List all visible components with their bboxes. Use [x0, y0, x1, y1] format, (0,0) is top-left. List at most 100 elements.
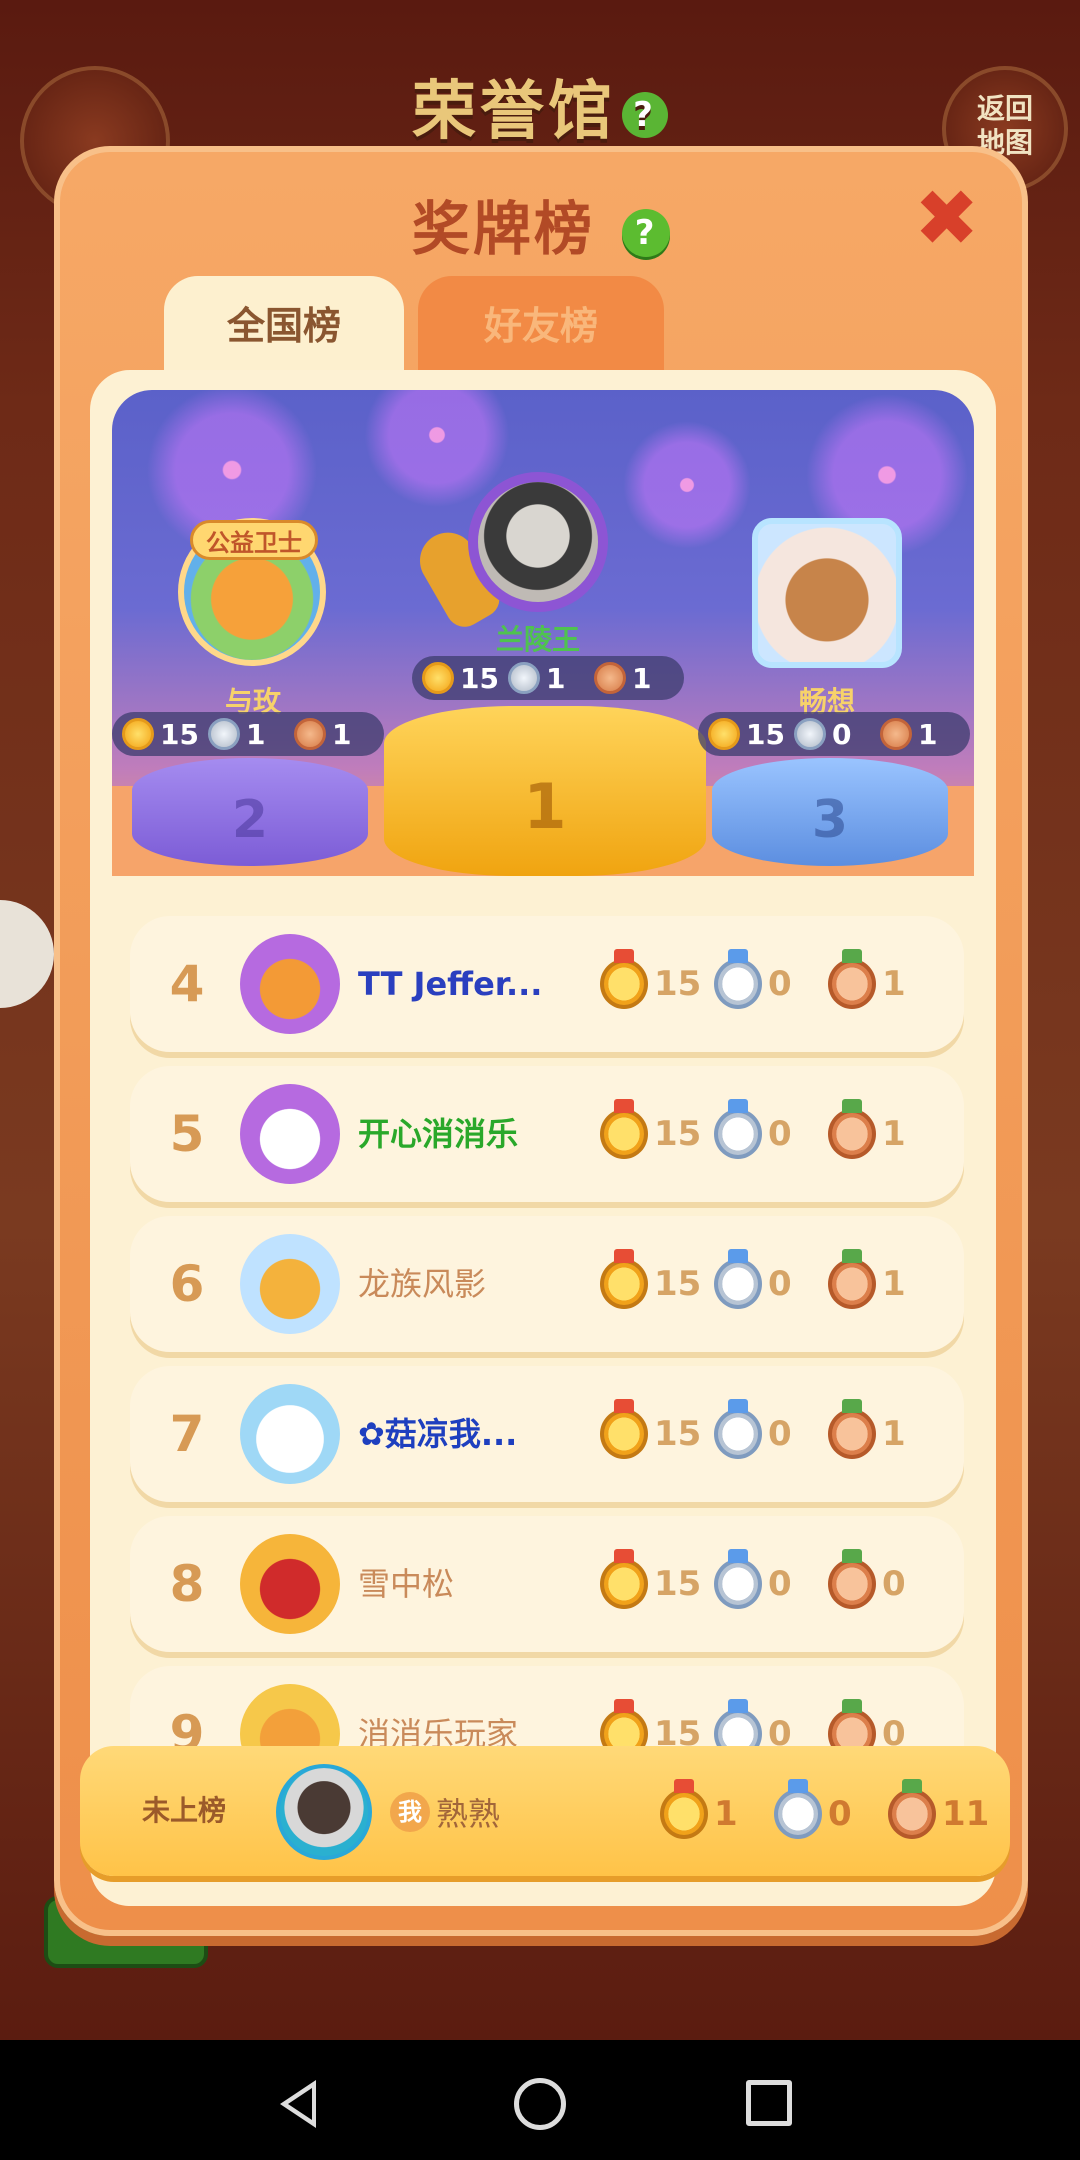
- firework-decoration: [612, 410, 762, 560]
- bronze-medal-icon: [828, 949, 876, 1009]
- player-medals: 15 0 0: [600, 1516, 942, 1652]
- honor-hall-title-text: 荣誉馆: [412, 75, 616, 149]
- home-nav-icon[interactable]: [514, 2078, 566, 2130]
- gold-medal-icon: [122, 718, 154, 750]
- silver-count: 0: [768, 1114, 792, 1154]
- gold-count: 15: [654, 1114, 702, 1154]
- leaderboard-row[interactable]: 4 TT Jeffer... 15 0 1: [130, 916, 964, 1052]
- bronze-count: 1: [332, 717, 352, 751]
- player-avatar[interactable]: [240, 1534, 340, 1634]
- bronze-count: 0: [882, 1564, 906, 1604]
- bronze-count: 1: [882, 1414, 906, 1454]
- gold-count: 15: [654, 964, 702, 1004]
- gold-count: 1: [714, 1794, 738, 1834]
- player-medals: 15 0 1: [600, 1216, 942, 1352]
- rank-number: 7: [169, 1405, 205, 1463]
- player-medals: 15 0 1: [600, 1366, 942, 1502]
- bronze-medal-icon: [828, 1549, 876, 1609]
- player-avatar[interactable]: [240, 1384, 340, 1484]
- player-avatar[interactable]: [240, 1084, 340, 1184]
- silver-medal-icon: [794, 718, 826, 750]
- tab-friends[interactable]: 好友榜: [418, 276, 664, 376]
- pedestal-number-2: 2: [231, 790, 269, 850]
- help-icon[interactable]: ?: [622, 92, 668, 139]
- gold-medal-icon: [600, 1399, 648, 1459]
- leaderboard-panel: 2 1 3 公益卫士 与玫 兰陵王 畅想 15 1 1 15 1 1 15 0 …: [90, 370, 996, 1906]
- silver-count: 0: [768, 1414, 792, 1454]
- rank-number: 6: [169, 1255, 205, 1313]
- gold-count: 15: [460, 661, 499, 695]
- silver-count: 1: [546, 661, 566, 695]
- player-name: ✿菇凉我...: [358, 1415, 518, 1453]
- rank-number: 8: [169, 1555, 205, 1613]
- silver-count: 0: [768, 1564, 792, 1604]
- bronze-count: 1: [882, 1114, 906, 1154]
- gold-count: 15: [654, 1264, 702, 1304]
- player-medals: 15 0 1: [600, 916, 942, 1052]
- bronze-medal-icon: [828, 1249, 876, 1309]
- avatar-first-place[interactable]: [468, 472, 608, 612]
- pedestal-number-3: 3: [811, 790, 849, 850]
- silver-count: 1: [246, 717, 266, 751]
- bronze-medal-icon: [828, 1399, 876, 1459]
- my-medals: 1 0 11: [660, 1746, 1002, 1882]
- gold-count: 15: [160, 717, 199, 751]
- player-medals: 15 0 1: [600, 1066, 942, 1202]
- my-avatar[interactable]: [276, 1764, 372, 1860]
- tab-national[interactable]: 全国榜: [164, 276, 404, 376]
- leaderboard-row[interactable]: 8 雪中松 15 0 0: [130, 1516, 964, 1652]
- silver-count: 0: [768, 964, 792, 1004]
- gold-medal-icon: [708, 718, 740, 750]
- gold-medal-icon: [600, 949, 648, 1009]
- silver-medal-icon: [714, 949, 762, 1009]
- gold-count: 15: [654, 1414, 702, 1454]
- second-place-medals: 15 1 1: [112, 712, 384, 756]
- my-ranking-row[interactable]: 未上榜 我 熟熟 1 0 11: [80, 1746, 1010, 1876]
- bronze-medal-icon: [294, 718, 326, 750]
- silver-count: 0: [768, 1264, 792, 1304]
- gold-count: 15: [746, 717, 785, 751]
- first-place-medals: 15 1 1: [412, 656, 684, 700]
- podium-stage: 2 1 3 公益卫士 与玫 兰陵王 畅想 15 1 1 15 1 1 15 0 …: [112, 390, 974, 876]
- leaderboard-row[interactable]: 5 开心消消乐 15 0 1: [130, 1066, 964, 1202]
- gold-count: 15: [654, 1564, 702, 1604]
- gold-medal-icon: [660, 1779, 708, 1839]
- me-tag: 我: [390, 1792, 430, 1832]
- silver-medal-icon: [714, 1099, 762, 1159]
- third-place-medals: 15 0 1: [698, 712, 970, 756]
- silver-medal-icon: [508, 662, 540, 694]
- rank-number: 5: [169, 1105, 205, 1163]
- player-avatar[interactable]: [240, 1234, 340, 1334]
- bronze-medal-icon: [880, 718, 912, 750]
- recents-nav-icon[interactable]: [746, 2080, 792, 2126]
- close-icon[interactable]: ✖: [914, 180, 979, 258]
- player-name: 开心消消乐: [358, 1115, 519, 1153]
- avatar-third-place[interactable]: [752, 518, 902, 668]
- bronze-medal-icon: [888, 1779, 936, 1839]
- bronze-count: 1: [882, 964, 906, 1004]
- charity-guard-badge: 公益卫士: [190, 520, 318, 560]
- silver-medal-icon: [714, 1249, 762, 1309]
- silver-medal-icon: [774, 1779, 822, 1839]
- bronze-medal-icon: [828, 1099, 876, 1159]
- dialog-title-text: 奖牌榜: [411, 195, 595, 263]
- unranked-label: 未上榜: [142, 1794, 227, 1827]
- first-place-name: 兰陵王: [495, 623, 580, 656]
- leaderboard-row[interactable]: 7 ✿菇凉我... 15 0 1: [130, 1366, 964, 1502]
- help-icon[interactable]: ?: [622, 208, 671, 257]
- gold-medal-icon: [600, 1549, 648, 1609]
- player-avatar[interactable]: [240, 934, 340, 1034]
- bronze-count: 1: [918, 717, 938, 751]
- player-name: TT Jeffer...: [358, 965, 543, 1003]
- player-name: 龙族风影: [358, 1265, 487, 1303]
- medal-leaderboard-dialog: 奖牌榜 ? ✖ 全国榜 好友榜 2 1 3 公益卫士 与玫 兰陵王 畅想 15 …: [54, 146, 1028, 1936]
- dialog-title: 奖牌榜 ?: [60, 182, 1022, 266]
- gold-medal-icon: [600, 1249, 648, 1309]
- gold-medal-icon: [422, 662, 454, 694]
- bronze-count: 11: [942, 1794, 990, 1834]
- leaderboard-row[interactable]: 6 龙族风影 15 0 1: [130, 1216, 964, 1352]
- rank-number: 4: [169, 955, 205, 1013]
- back-nav-icon-inner: [288, 2088, 312, 2120]
- bronze-count: 1: [882, 1264, 906, 1304]
- pedestal-number-1: 1: [523, 770, 567, 843]
